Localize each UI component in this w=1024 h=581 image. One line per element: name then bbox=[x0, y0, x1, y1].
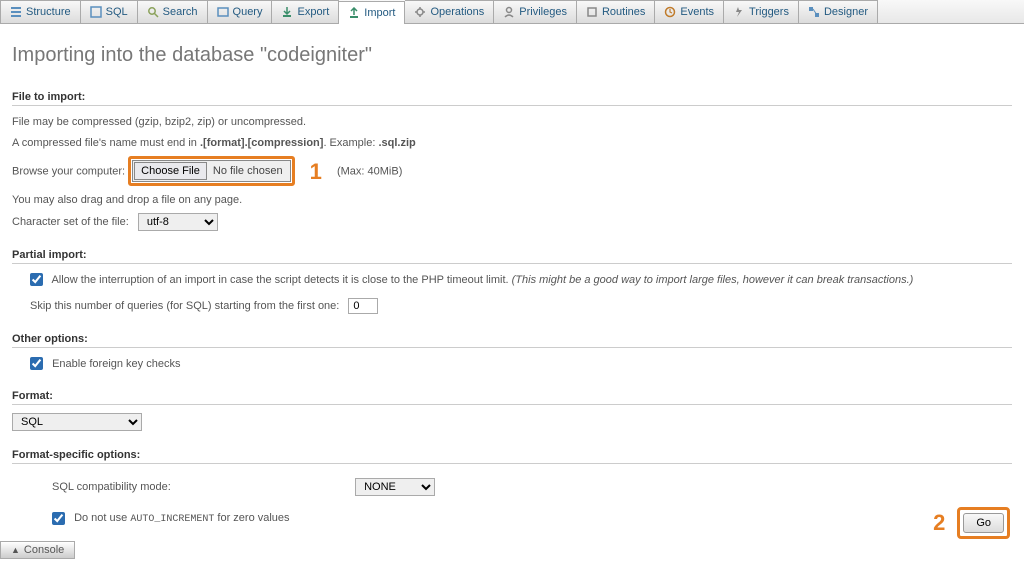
tab-label: Search bbox=[163, 6, 198, 18]
tab-search[interactable]: Search bbox=[138, 0, 208, 23]
routines-icon bbox=[586, 6, 598, 18]
file-input[interactable]: Choose File No file chosen bbox=[132, 160, 290, 182]
drag-drop-hint: You may also drag and drop a file on any… bbox=[12, 192, 1012, 209]
autoincrement-label: Do not use AUTO_INCREMENT for zero value… bbox=[74, 512, 289, 524]
tab-label: Routines bbox=[602, 6, 645, 18]
compat-mode-label: SQL compatibility mode: bbox=[52, 479, 352, 496]
annotation-highlight-2: Go bbox=[957, 507, 1010, 539]
autoincrement-checkbox[interactable] bbox=[52, 512, 65, 525]
format-select[interactable]: SQL bbox=[12, 413, 142, 431]
operations-icon bbox=[414, 6, 426, 18]
allow-interrupt-checkbox[interactable] bbox=[30, 273, 43, 286]
tab-label: Import bbox=[364, 7, 395, 19]
tab-label: Operations bbox=[430, 6, 484, 18]
annotation-1: 1 bbox=[310, 155, 322, 188]
choose-file-button[interactable]: Choose File bbox=[134, 162, 207, 180]
max-size-text: (Max: 40MiB) bbox=[337, 165, 402, 177]
triggers-icon bbox=[733, 6, 745, 18]
search-icon bbox=[147, 6, 159, 18]
tab-import[interactable]: Import bbox=[339, 1, 405, 24]
tab-label: Export bbox=[297, 6, 329, 18]
foreign-key-label: Enable foreign key checks bbox=[52, 358, 180, 370]
events-icon bbox=[664, 6, 676, 18]
no-file-chosen-text: No file chosen bbox=[207, 163, 289, 180]
designer-icon bbox=[808, 6, 820, 18]
tab-label: Triggers bbox=[749, 6, 789, 18]
go-button[interactable]: Go bbox=[963, 513, 1004, 533]
charset-select[interactable]: utf-8 bbox=[138, 213, 218, 231]
tab-label: SQL bbox=[106, 6, 128, 18]
section-partial-import: Partial import: bbox=[12, 249, 1012, 261]
skip-queries-label: Skip this number of queries (for SQL) st… bbox=[30, 300, 339, 312]
console-toggle[interactable]: ▲ Console bbox=[0, 541, 75, 559]
browse-label: Browse your computer: bbox=[12, 165, 125, 177]
chevron-up-icon: ▲ bbox=[11, 545, 20, 555]
import-icon bbox=[348, 7, 360, 19]
annotation-2: 2 bbox=[933, 510, 945, 536]
compress-hint: File may be compressed (gzip, bzip2, zip… bbox=[12, 114, 1012, 131]
tab-label: Designer bbox=[824, 6, 868, 18]
allow-interrupt-label: Allow the interruption of an import in c… bbox=[51, 274, 913, 286]
tab-query[interactable]: Query bbox=[208, 0, 273, 23]
section-format: Format: bbox=[12, 390, 1012, 402]
section-other-options: Other options: bbox=[12, 333, 1012, 345]
structure-icon bbox=[10, 6, 22, 18]
query-icon bbox=[217, 6, 229, 18]
sql-icon bbox=[90, 6, 102, 18]
tab-privileges[interactable]: Privileges bbox=[494, 0, 577, 23]
tab-label: Events bbox=[680, 6, 714, 18]
compress-format-hint: A compressed file's name must end in .[f… bbox=[12, 135, 1012, 152]
foreign-key-checkbox[interactable] bbox=[30, 357, 43, 370]
section-file-to-import: File to import: bbox=[12, 91, 1012, 103]
tab-label: Structure bbox=[26, 6, 71, 18]
tab-routines[interactable]: Routines bbox=[577, 0, 655, 23]
section-format-specific: Format-specific options: bbox=[12, 449, 1012, 461]
tab-label: Query bbox=[233, 6, 263, 18]
top-tabs: Structure SQL Search Query Export Import bbox=[0, 0, 1024, 24]
tab-operations[interactable]: Operations bbox=[405, 0, 494, 23]
tab-export[interactable]: Export bbox=[272, 0, 339, 23]
skip-queries-input[interactable] bbox=[348, 298, 378, 314]
page-title: Importing into the database "codeigniter… bbox=[12, 44, 1012, 67]
tab-structure[interactable]: Structure bbox=[0, 0, 81, 23]
privileges-icon bbox=[503, 6, 515, 18]
tab-designer[interactable]: Designer bbox=[799, 0, 878, 23]
tab-triggers[interactable]: Triggers bbox=[724, 0, 799, 23]
export-icon bbox=[281, 6, 293, 18]
tab-events[interactable]: Events bbox=[655, 0, 724, 23]
charset-label: Character set of the file: bbox=[12, 216, 129, 228]
compat-mode-select[interactable]: NONE bbox=[355, 478, 435, 496]
tab-sql[interactable]: SQL bbox=[81, 0, 138, 23]
tab-label: Privileges bbox=[519, 6, 567, 18]
console-label: Console bbox=[24, 544, 64, 556]
annotation-highlight-1: Choose File No file chosen bbox=[128, 156, 294, 186]
